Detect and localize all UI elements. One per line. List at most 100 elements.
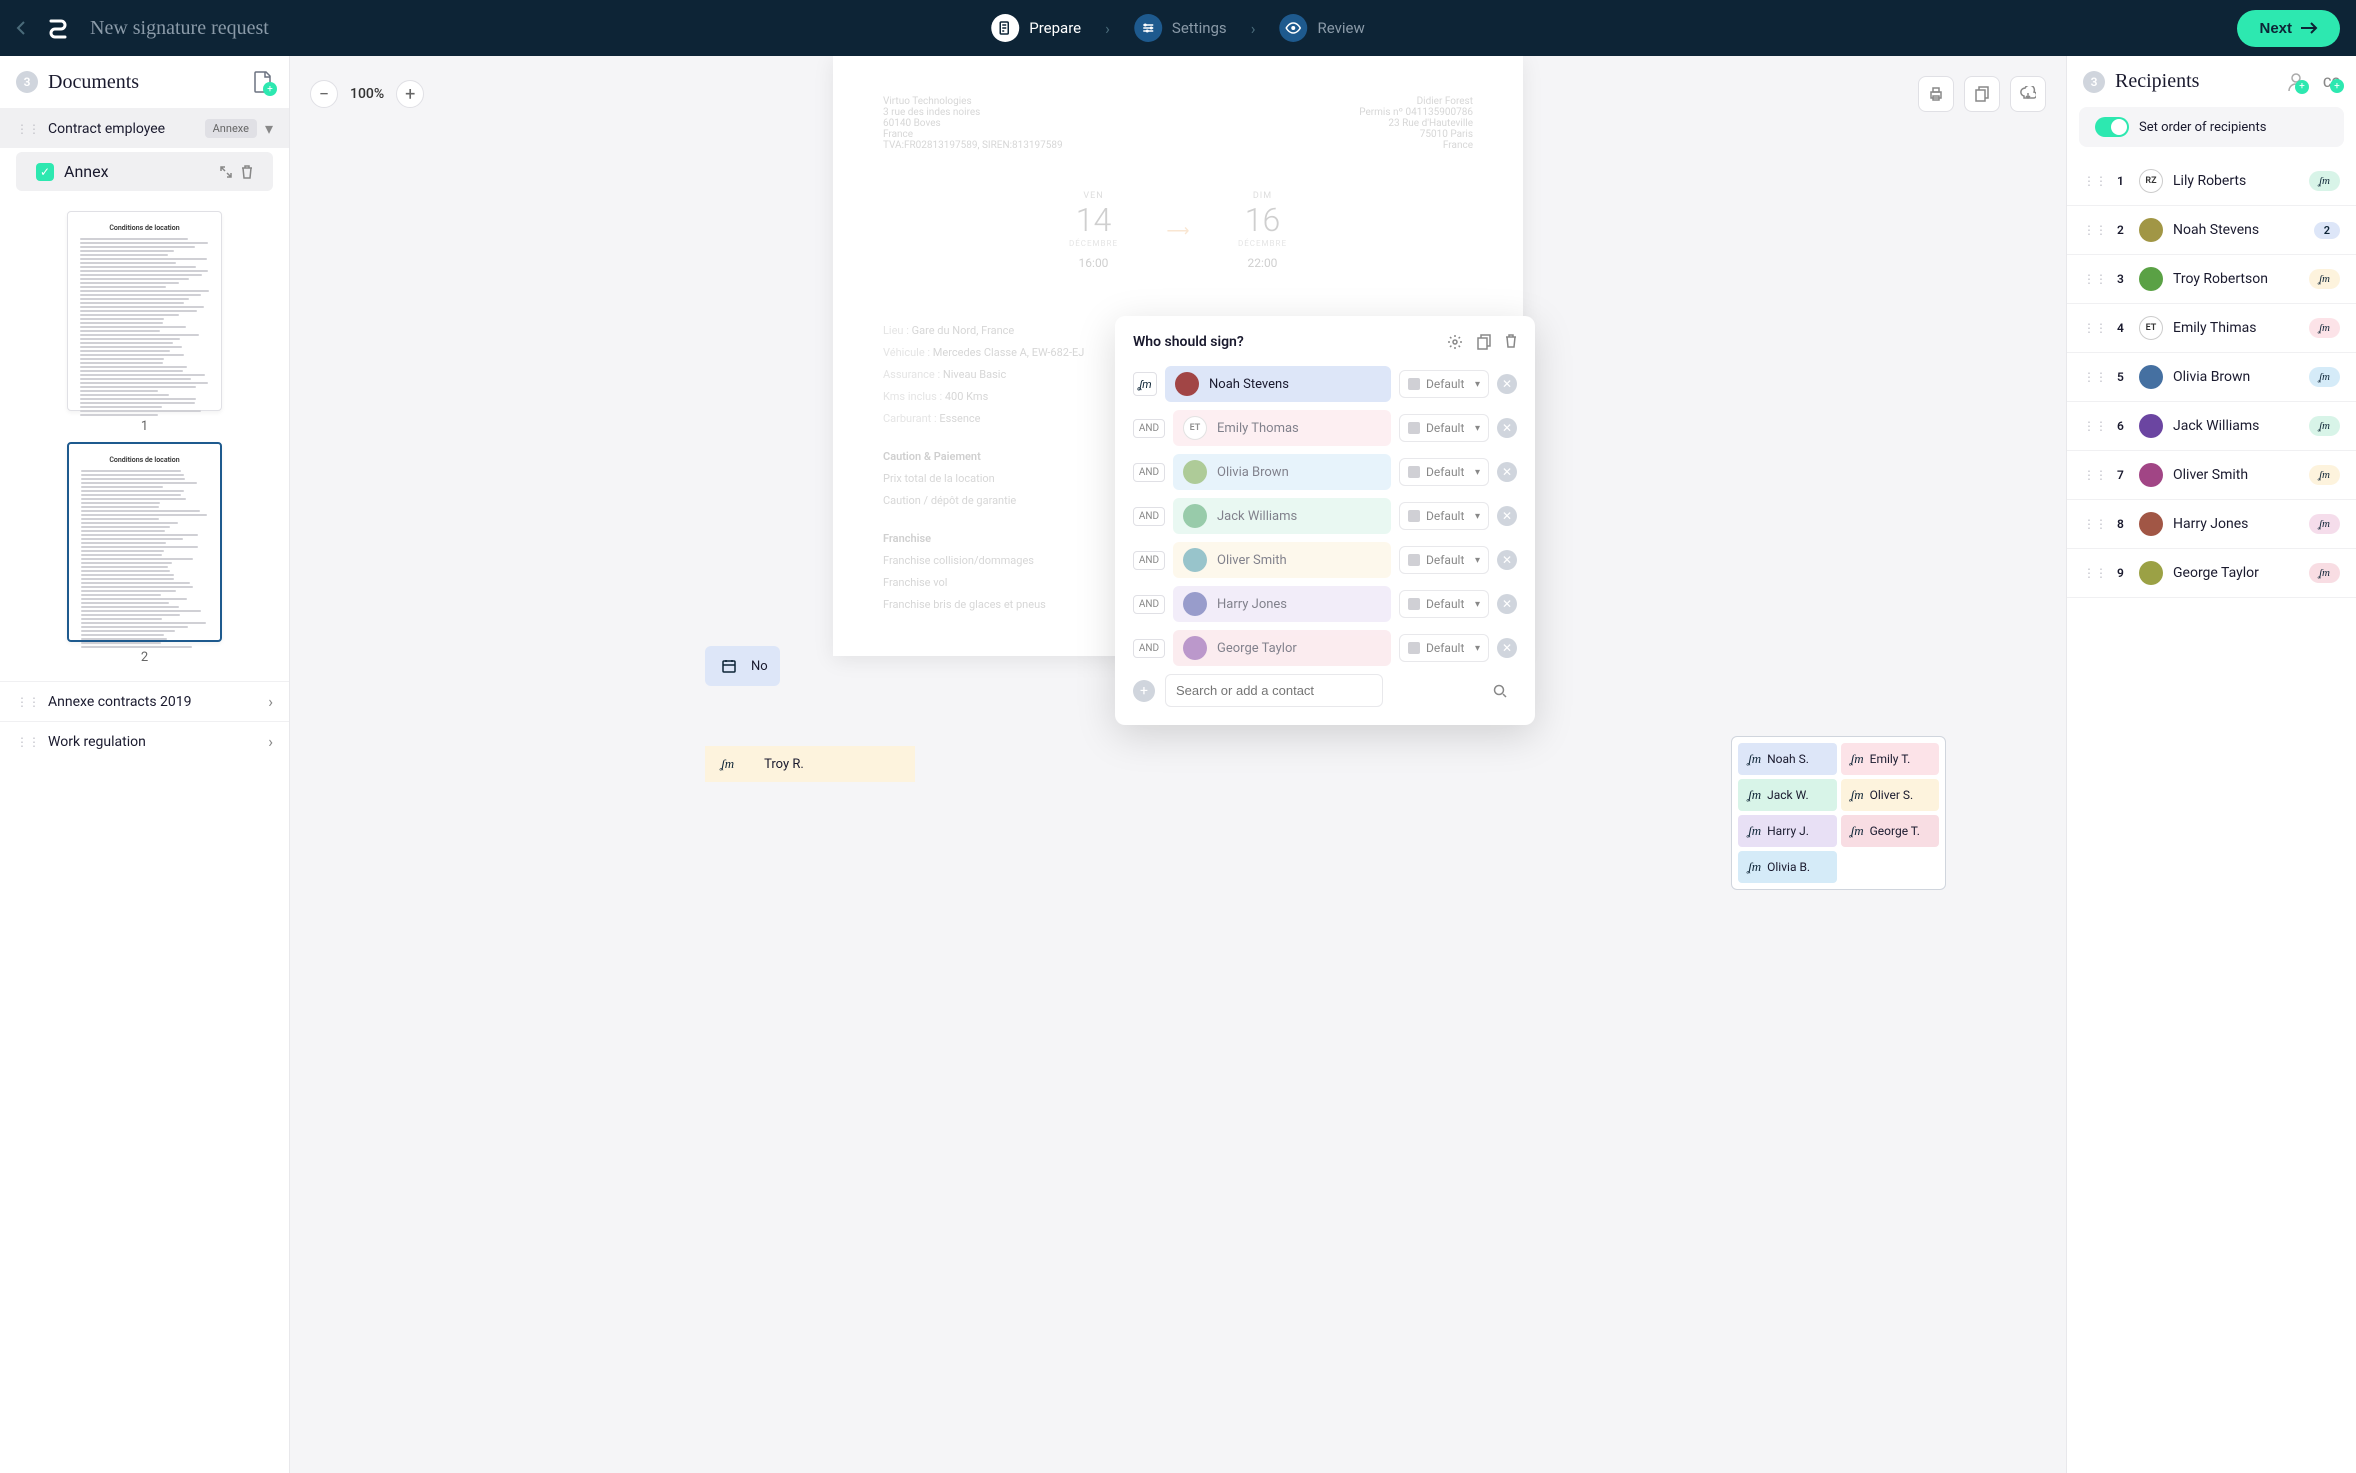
drag-handle-icon[interactable]: ⋮⋮ [2083,321,2107,335]
signer-role-select[interactable]: Default▾ [1399,546,1489,574]
signer-chip[interactable]: Harry Jones [1173,586,1391,622]
avatar [1183,592,1207,616]
order-toggle[interactable] [2095,117,2129,137]
search-contact-input[interactable] [1165,674,1383,707]
copy-icon[interactable] [1477,334,1491,350]
signer-chip[interactable]: Oliver Smith [1173,542,1391,578]
checkbox-checked-icon[interactable]: ✓ [36,163,54,181]
recipient-row[interactable]: ⋮⋮ 3 Troy Robertson ʆm [2067,255,2356,304]
next-button[interactable]: Next [2237,10,2340,47]
calendar-icon [717,654,741,678]
signature-cell[interactable]: ʆmGeorge T. [1841,815,1940,847]
remove-signer-button[interactable]: ✕ [1497,506,1517,526]
signature-cell[interactable]: ʆmNoah S. [1738,743,1837,775]
recipient-row[interactable]: ⋮⋮ 5 Olivia Brown ʆm [2067,353,2356,402]
gear-icon[interactable] [1447,334,1463,350]
chevron-down-icon[interactable]: ▾ [265,119,273,138]
signature-cell[interactable]: ʆmEmily T. [1841,743,1940,775]
recipient-row[interactable]: ⋮⋮ 6 Jack Williams ʆm [2067,402,2356,451]
step-review[interactable]: Review [1280,14,1365,42]
drag-handle-icon[interactable]: ⋮⋮ [2083,272,2107,286]
delete-icon[interactable] [241,165,253,179]
add-recipient-button[interactable]: + [2287,72,2305,92]
page-thumb-2[interactable]: Conditions de location [67,442,222,642]
signature-badge: ʆm [2309,367,2340,387]
drag-handle-icon[interactable]: ⋮⋮ [2083,468,2107,482]
documents-panel: 3 Documents + ⋮⋮ Contract employee Annex… [0,56,290,1473]
signer-role-select[interactable]: Default▾ [1399,634,1489,662]
signer-role-select[interactable]: Default▾ [1399,370,1489,398]
signature-field[interactable]: No [705,646,780,686]
step-prepare[interactable]: Prepare [991,14,1081,42]
page-thumb-1[interactable]: Conditions de location [67,211,222,411]
remove-signer-button[interactable]: ✕ [1497,638,1517,658]
recipient-row[interactable]: ⋮⋮ 4 ET Emily Thimas ʆm [2067,304,2356,353]
add-document-button[interactable]: + [253,70,273,94]
signer-chip[interactable]: Jack Williams [1173,498,1391,534]
signer-chip[interactable]: ET Emily Thomas [1173,410,1391,446]
signer-chip[interactable]: Noah Stevens [1165,366,1391,402]
signature-field-troy[interactable]: ʆm Troy R. [705,746,915,782]
expand-icon[interactable] [219,165,233,179]
signature-cell[interactable]: ʆmJack W. [1738,779,1837,811]
drag-handle-icon[interactable]: ⋮⋮ [16,735,40,749]
drag-handle-icon[interactable]: ⋮⋮ [2083,370,2107,384]
print-button[interactable] [1918,76,1954,112]
zoom-in-button[interactable]: + [396,80,424,108]
delete-icon[interactable] [1505,334,1517,350]
signer-chip[interactable]: Olivia Brown [1173,454,1391,490]
signature-cell[interactable]: ʆmOlivia B. [1738,851,1837,883]
signer-row: AND Jack Williams Default▾ ✕ [1133,498,1517,534]
remove-signer-button[interactable]: ✕ [1497,374,1517,394]
add-cc-button[interactable]: CC + [2323,72,2340,91]
drag-handle-icon[interactable]: ⋮⋮ [2083,566,2107,580]
signer-chip[interactable]: George Taylor [1173,630,1391,666]
signature-badge: ʆm [2309,318,2340,338]
recipient-row[interactable]: ⋮⋮ 8 Harry Jones ʆm [2067,500,2356,549]
document-item[interactable]: ⋮⋮ Annexe contracts 2019 › [0,681,289,721]
signature-icon: ʆm [1748,859,1761,875]
signer-role-select[interactable]: Default▾ [1399,590,1489,618]
signature-badge: ʆm [2309,416,2340,436]
step-separator-icon: › [1105,19,1110,38]
drag-handle-icon[interactable]: ⋮⋮ [2083,174,2107,188]
zoom-out-button[interactable]: − [310,80,338,108]
drag-handle-icon[interactable]: ⋮⋮ [16,122,40,136]
signer-role-select[interactable]: Default▾ [1399,502,1489,530]
and-tag: AND [1133,463,1165,482]
document-item[interactable]: ⋮⋮ Contract employee Annexe ▾ [0,108,289,148]
recipient-row[interactable]: ⋮⋮ 1 RZ Lily Roberts ʆm [2067,157,2356,206]
download-button[interactable] [2010,76,2046,112]
avatar [2139,218,2163,242]
drag-handle-icon[interactable]: ⋮⋮ [2083,419,2107,433]
drag-handle-icon[interactable]: ⋮⋮ [2083,223,2107,237]
copy-button[interactable] [1964,76,2000,112]
add-signer-button[interactable]: + [1133,680,1155,702]
order-toggle-row: Set order of recipients [2079,107,2344,147]
document-item[interactable]: ⋮⋮ Work regulation › [0,721,289,761]
and-tag: AND [1133,507,1165,526]
drag-handle-icon[interactable]: ⋮⋮ [2083,517,2107,531]
remove-signer-button[interactable]: ✕ [1497,550,1517,570]
step-settings[interactable]: Settings [1134,14,1227,42]
signature-cell[interactable]: ʆmOliver S. [1841,779,1940,811]
signer-role-select[interactable]: Default▾ [1399,458,1489,486]
signature-icon: ʆm [1133,372,1157,396]
signature-cell[interactable]: ʆmHarry J. [1738,815,1837,847]
recipient-row[interactable]: ⋮⋮ 7 Oliver Smith ʆm [2067,451,2356,500]
remove-signer-button[interactable]: ✕ [1497,462,1517,482]
documents-title: Documents [48,71,243,94]
signature-icon: ʆm [1748,751,1761,767]
recipient-row[interactable]: ⋮⋮ 9 George Taylor ʆm [2067,549,2356,598]
review-icon [1280,14,1308,42]
drag-handle-icon[interactable]: ⋮⋮ [16,695,40,709]
signer-role-select[interactable]: Default▾ [1399,414,1489,442]
signature-icon: ʆm [1748,823,1761,839]
annex-sub-item[interactable]: ✓ Annex [16,152,273,191]
avatar: RZ [2139,169,2163,193]
signature-badge: ʆm [2309,269,2340,289]
remove-signer-button[interactable]: ✕ [1497,594,1517,614]
back-button[interactable] [16,20,26,36]
remove-signer-button[interactable]: ✕ [1497,418,1517,438]
recipient-row[interactable]: ⋮⋮ 2 Noah Stevens 2 [2067,206,2356,255]
